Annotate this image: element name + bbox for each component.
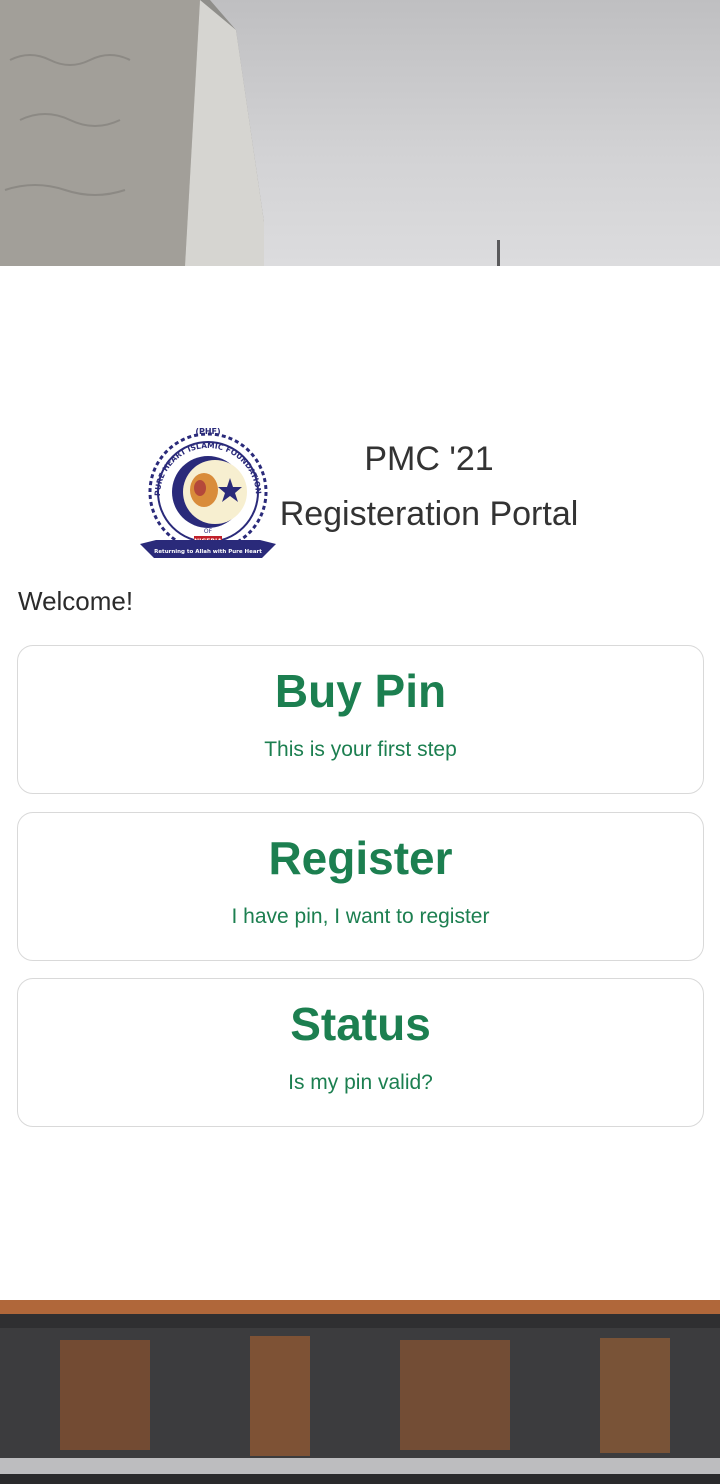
logo-acronym: (PHF) (195, 427, 220, 436)
logo-motto: Returning to Allah with Pure Heart (154, 549, 262, 555)
page-header: PURE HEART ISLAMIC FOUNDATION (PHF) OF N… (0, 420, 720, 570)
buy-pin-subtitle: This is your first step (264, 738, 457, 761)
header-background-image (0, 0, 720, 266)
welcome-text: Welcome! (18, 586, 134, 616)
buy-pin-card[interactable]: Buy Pin This is your first step (17, 645, 704, 794)
register-card[interactable]: Register I have pin, I want to register (17, 812, 704, 961)
building-image (0, 0, 264, 266)
foundation-logo: PURE HEART ISLAMIC FOUNDATION (PHF) OF N… (140, 427, 276, 558)
bottom-bar (0, 1474, 720, 1484)
spire-shape (497, 240, 500, 266)
register-title: Register (268, 832, 453, 884)
status-card[interactable]: Status Is my pin valid? (17, 978, 704, 1127)
portal-title-line1: PMC '21 (364, 440, 494, 478)
logo-of: OF (204, 528, 213, 535)
waterfront-image (0, 1300, 720, 1474)
status-subtitle: Is my pin valid? (288, 1071, 433, 1094)
portal-title-line2: Registeration Portal (279, 495, 579, 533)
footer-background-image (0, 1300, 720, 1474)
status-title: Status (290, 998, 431, 1050)
buy-pin-title: Buy Pin (274, 665, 447, 717)
register-subtitle: I have pin, I want to register (231, 905, 490, 928)
